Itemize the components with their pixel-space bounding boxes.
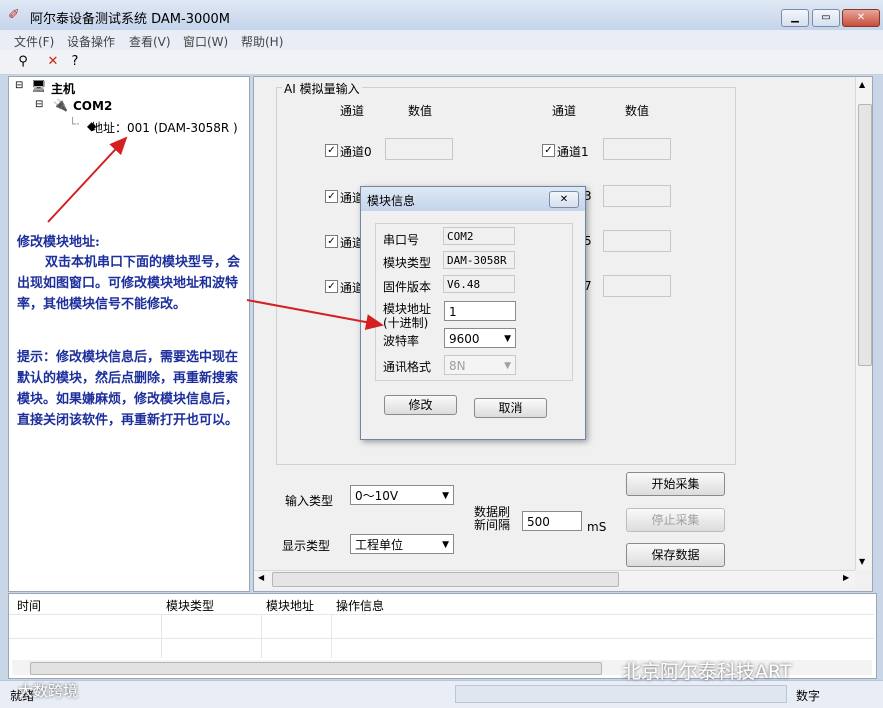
row-divider <box>9 638 874 639</box>
row-divider <box>9 614 874 615</box>
watermark-text-2: 大数跨境 <box>18 682 79 700</box>
log-col-operation: 操作信息 <box>336 599 385 613</box>
column-divider <box>331 614 332 658</box>
log-col-module-type: 模块类型 <box>166 599 215 613</box>
log-col-module-address: 模块地址 <box>266 599 315 613</box>
progress-bar <box>455 685 787 703</box>
status-mode: 数字 <box>796 689 821 703</box>
arrow-to-tree <box>47 136 128 223</box>
column-divider <box>261 614 262 658</box>
arrow-to-dialog <box>246 299 384 330</box>
column-divider <box>161 614 162 658</box>
log-col-time: 时间 <box>17 599 42 613</box>
log-scroll-thumb[interactable] <box>30 662 602 675</box>
status-bar: 就绪 数字 <box>0 680 883 708</box>
watermark-text: 北京阿尔泰科技ART <box>622 661 792 683</box>
